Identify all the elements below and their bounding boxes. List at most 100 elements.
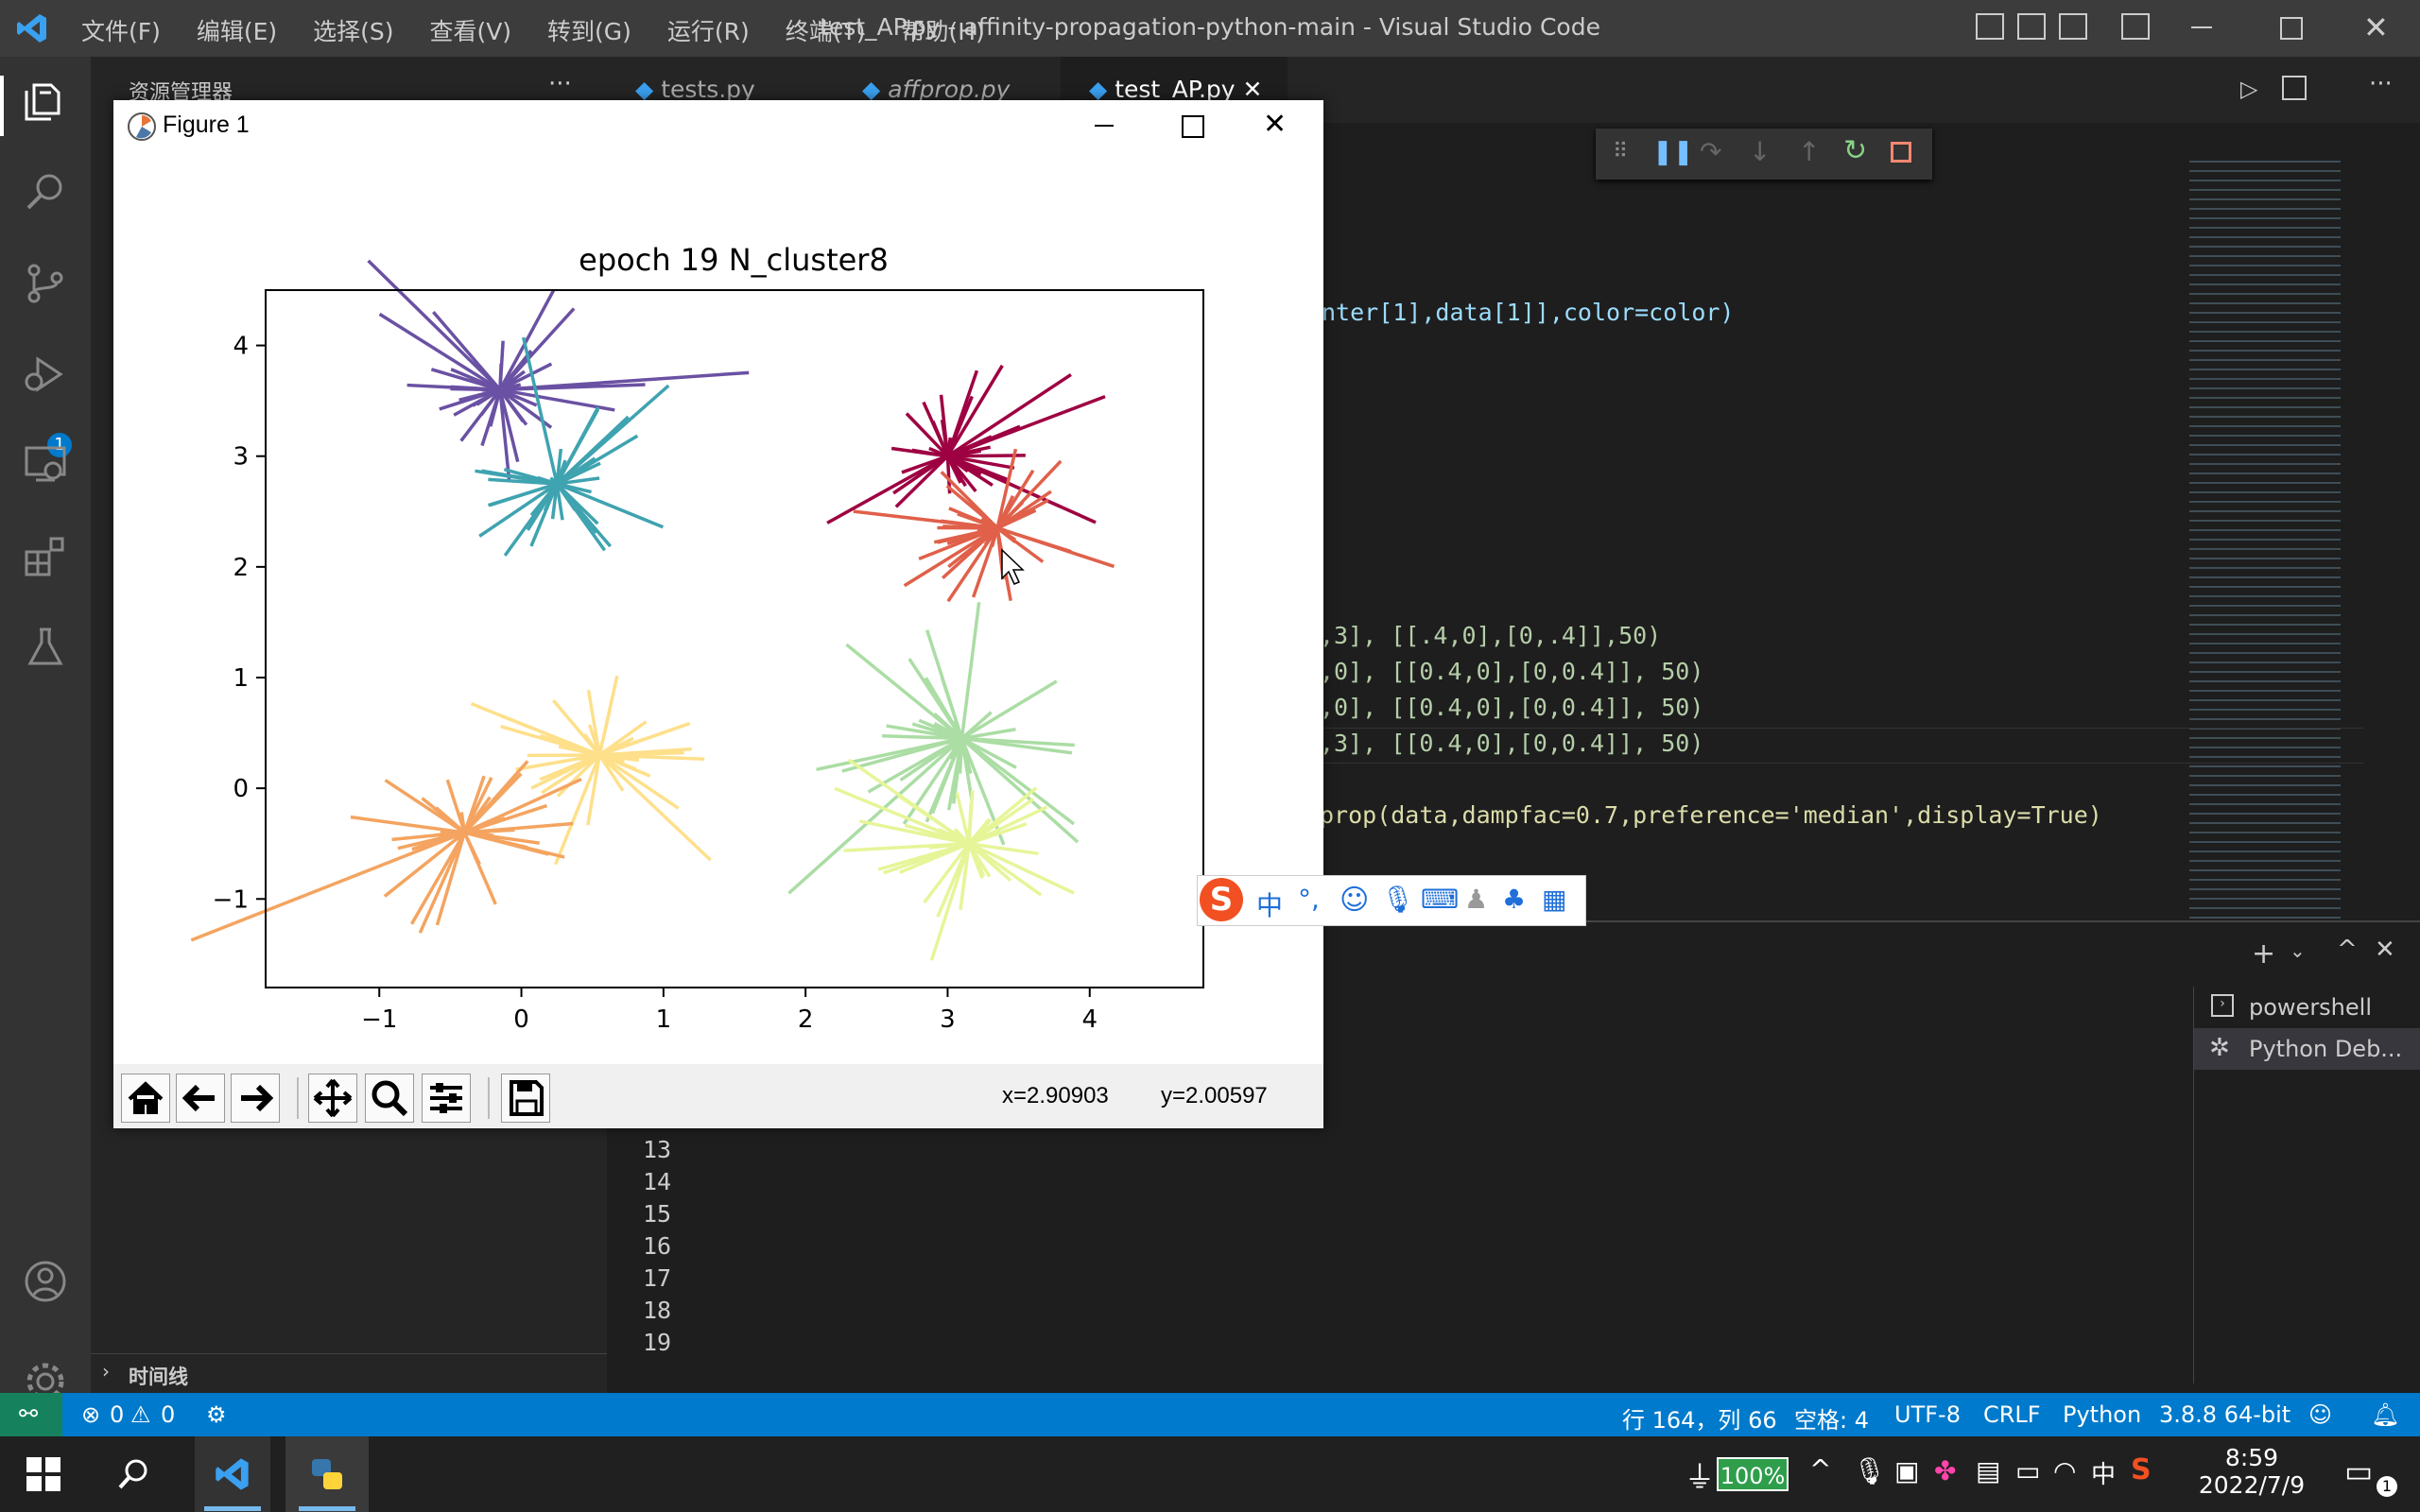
end-of-line[interactable]: CRLF xyxy=(1983,1401,2041,1428)
ime-mode[interactable]: 中 xyxy=(1256,885,1283,923)
minimize-window-icon[interactable] xyxy=(2191,26,2212,28)
menu-run[interactable]: 运行(R) xyxy=(667,18,750,45)
ime-tray-icon[interactable]: 中 xyxy=(2091,1455,2116,1490)
timeline-section[interactable]: › 时间线 xyxy=(91,1353,607,1392)
grid-menu-icon[interactable]: ▦ xyxy=(1542,884,1566,915)
home-button[interactable] xyxy=(121,1074,170,1123)
step-out-icon[interactable]: ↑ xyxy=(1798,136,1820,167)
toggle-sidebar-icon[interactable] xyxy=(1976,13,2004,40)
close-window-icon[interactable]: ✕ xyxy=(2363,9,2389,45)
toggle-panel-icon[interactable] xyxy=(2017,13,2046,40)
cluster-1 xyxy=(367,259,750,481)
minimap[interactable] xyxy=(2189,161,2341,936)
maximize-panel-icon[interactable]: ^ xyxy=(2337,936,2358,964)
toolbox-icon[interactable]: ♟ xyxy=(1464,884,1488,915)
step-into-icon[interactable]: ↓ xyxy=(1749,136,1771,167)
punctuation-icon[interactable]: °, xyxy=(1298,884,1320,915)
show-hidden-icons-icon[interactable]: ^ xyxy=(1809,1453,1831,1485)
warning-icon[interactable]: ⚠ xyxy=(130,1401,151,1428)
menu-selection[interactable]: 选择(S) xyxy=(313,18,393,45)
tray-app-icon[interactable]: ▣ xyxy=(1894,1455,1919,1486)
accounts-icon[interactable] xyxy=(23,1259,68,1304)
tab-close-icon[interactable]: ✕ xyxy=(1243,76,1263,103)
figure-window[interactable]: Figure 1 ✕ epoch 19 N_cluster8 −1 0 1 2 3 4 −… xyxy=(113,100,1323,1128)
tray-network-card-icon[interactable]: ▤ xyxy=(1976,1455,2000,1486)
battery-indicator[interactable]: 100% xyxy=(1717,1457,1789,1491)
python-interpreter[interactable]: 3.8.8 64-bit xyxy=(2159,1401,2290,1428)
taskbar-search-icon[interactable] xyxy=(117,1457,151,1491)
menu-view[interactable]: 查看(V) xyxy=(429,18,511,45)
forward-button[interactable] xyxy=(231,1074,280,1123)
menu-edit[interactable]: 编辑(E) xyxy=(197,18,277,45)
figure-minimize-icon[interactable] xyxy=(1095,125,1114,127)
pan-button[interactable] xyxy=(308,1074,357,1123)
run-python-file-icon[interactable]: ▷ xyxy=(2240,76,2257,102)
debug-status-icon[interactable]: ⚙ xyxy=(206,1401,227,1428)
configure-subplots-button[interactable] xyxy=(422,1074,471,1123)
toggle-secondary-sidebar-icon[interactable] xyxy=(2059,13,2087,40)
tray-pinwheel-icon[interactable]: ✤ xyxy=(1934,1455,1956,1486)
explorer-icon[interactable] xyxy=(23,79,68,125)
sogou-logo-icon[interactable]: S xyxy=(1200,878,1243,921)
power-plug-icon[interactable]: ⏚ xyxy=(1685,1453,1715,1497)
customize-layout-icon[interactable] xyxy=(2121,13,2150,40)
error-icon[interactable]: ⊗ xyxy=(81,1401,100,1428)
voice-input-icon[interactable]: 🎙︎ xyxy=(1381,884,1415,915)
split-editor-icon[interactable] xyxy=(2282,76,2307,100)
drag-handle-icon[interactable]: ⠿ xyxy=(1613,140,1628,163)
figure-maximize-icon[interactable] xyxy=(1182,115,1204,138)
sogou-tray-icon[interactable]: S xyxy=(2131,1453,2152,1486)
menu-terminal[interactable]: 终端(T) xyxy=(786,18,866,45)
restart-icon[interactable]: ↻ xyxy=(1843,134,1867,167)
new-terminal-icon[interactable]: + xyxy=(2252,937,2275,971)
notifications-bell-icon[interactable]: 🔔︎ xyxy=(2371,1401,2399,1428)
cluster-link xyxy=(995,459,1063,530)
close-panel-icon[interactable]: ✕ xyxy=(2375,936,2395,964)
scatter-chart[interactable]: epoch 19 N_cluster8 −1 0 1 2 3 4 −1 0 1 2 3 4 xyxy=(113,153,1323,1064)
terminal-python-debug[interactable]: ✲ Python Deb... xyxy=(2194,1028,2420,1070)
source-control-icon[interactable] xyxy=(23,261,68,306)
back-button[interactable] xyxy=(176,1074,225,1123)
remote-explorer-icon[interactable] xyxy=(23,442,68,488)
wifi-icon[interactable]: ◠ xyxy=(2053,1455,2076,1486)
testing-flask-icon[interactable] xyxy=(23,624,68,669)
microphone-icon[interactable]: 🎙︎ xyxy=(1853,1455,1887,1486)
emoji-icon[interactable]: ☺ xyxy=(1340,884,1369,917)
zoom-button[interactable] xyxy=(365,1074,414,1123)
taskbar-python-figure[interactable] xyxy=(285,1436,369,1512)
menu-go[interactable]: 转到(G) xyxy=(547,18,631,45)
cursor-position[interactable]: 行 164，列 66 xyxy=(1622,1401,1777,1435)
taskbar-vscode[interactable] xyxy=(195,1436,270,1512)
chevron-down-icon[interactable]: ⌄ xyxy=(2290,939,2306,962)
battery-tray-icon[interactable]: ▭ xyxy=(2015,1455,2040,1486)
code-line-5: ,3], [[0.4,0],[0,0.4]], 50) xyxy=(1320,730,1704,757)
menu-help[interactable]: 帮助(H) xyxy=(901,18,984,45)
encoding[interactable]: UTF-8 xyxy=(1894,1401,1961,1428)
sidebar-more-icon[interactable]: ··· xyxy=(548,70,572,98)
indentation[interactable]: 空格: 4 xyxy=(1794,1401,1869,1435)
cluster-2 xyxy=(475,336,670,557)
search-icon[interactable] xyxy=(23,170,68,215)
error-count[interactable]: 0 xyxy=(110,1401,124,1428)
notification-center-icon[interactable]: ▭ xyxy=(2344,1453,2373,1489)
more-actions-icon[interactable]: ··· xyxy=(2369,70,2393,98)
restore-window-icon[interactable] xyxy=(2280,17,2303,40)
figure-close-icon[interactable]: ✕ xyxy=(1263,108,1287,141)
step-over-icon[interactable]: ↷ xyxy=(1700,136,1721,167)
taskbar-clock[interactable]: 8:59 2022/7/9 xyxy=(2186,1444,2318,1499)
skin-shirt-icon[interactable]: ♣ xyxy=(1502,884,1526,915)
remote-indicator[interactable]: ⚯ xyxy=(0,1393,62,1436)
soft-keyboard-icon[interactable]: ⌨ xyxy=(1421,884,1459,915)
language-mode[interactable]: Python xyxy=(2063,1401,2141,1428)
extensions-icon[interactable] xyxy=(23,533,68,578)
menu-file[interactable]: 文件(F) xyxy=(81,18,161,45)
warning-count[interactable]: 0 xyxy=(161,1401,175,1428)
run-debug-icon[interactable] xyxy=(23,352,68,397)
stop-icon[interactable] xyxy=(1891,142,1911,163)
windows-start-icon[interactable] xyxy=(26,1457,60,1491)
pause-icon[interactable]: ❚❚ xyxy=(1652,138,1694,166)
figure-title-bar[interactable]: Figure 1 ✕ xyxy=(113,100,1323,153)
terminal-powershell[interactable]: › powershell xyxy=(2194,987,2420,1028)
save-figure-button[interactable] xyxy=(501,1074,550,1123)
feedback-icon[interactable]: ☺ xyxy=(2308,1401,2332,1428)
